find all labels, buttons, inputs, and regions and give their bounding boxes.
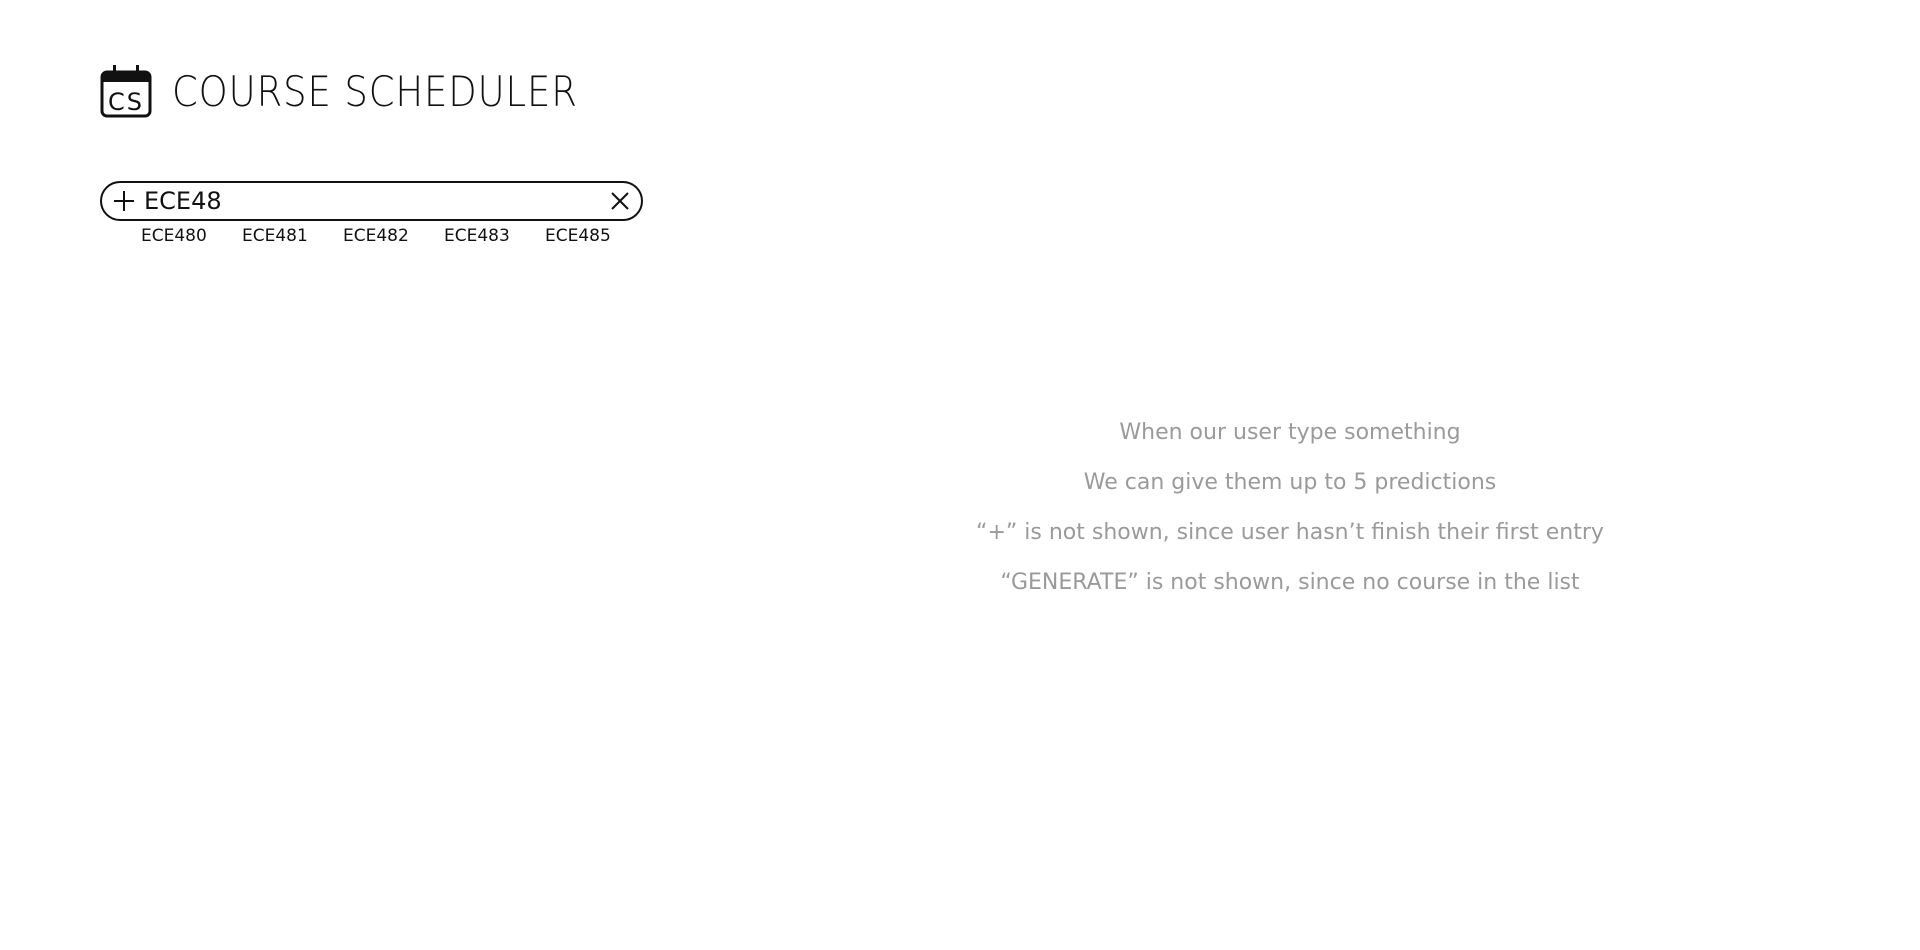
suggestion-list: ECE480 ECE481 ECE482 ECE483 ECE485 (141, 226, 646, 246)
note-line: When our user type something (1119, 420, 1461, 445)
note-line: “GENERATE” is not shown, since no course… (1000, 570, 1580, 595)
suggestion-item[interactable]: ECE485 (545, 226, 646, 246)
course-search-box (100, 181, 643, 221)
app-title: COURSE SCHEDULER (172, 66, 578, 116)
annotation-notes: When our user type something We can give… (960, 408, 1620, 608)
note-line: “+” is not shown, since user hasn’t fini… (976, 520, 1604, 545)
close-icon[interactable] (609, 190, 631, 212)
course-search-input[interactable] (144, 185, 609, 217)
note-line: We can give them up to 5 predictions (1083, 470, 1497, 495)
plus-icon[interactable] (112, 189, 136, 213)
suggestion-item[interactable]: ECE483 (444, 226, 545, 246)
calendar-logo-icon: CS (100, 65, 152, 118)
suggestion-item[interactable]: ECE480 (141, 226, 242, 246)
svg-text:CS: CS (108, 88, 144, 116)
app-header: CS COURSE SCHEDULER (100, 64, 633, 118)
suggestion-item[interactable]: ECE482 (343, 226, 444, 246)
suggestion-item[interactable]: ECE481 (242, 226, 343, 246)
